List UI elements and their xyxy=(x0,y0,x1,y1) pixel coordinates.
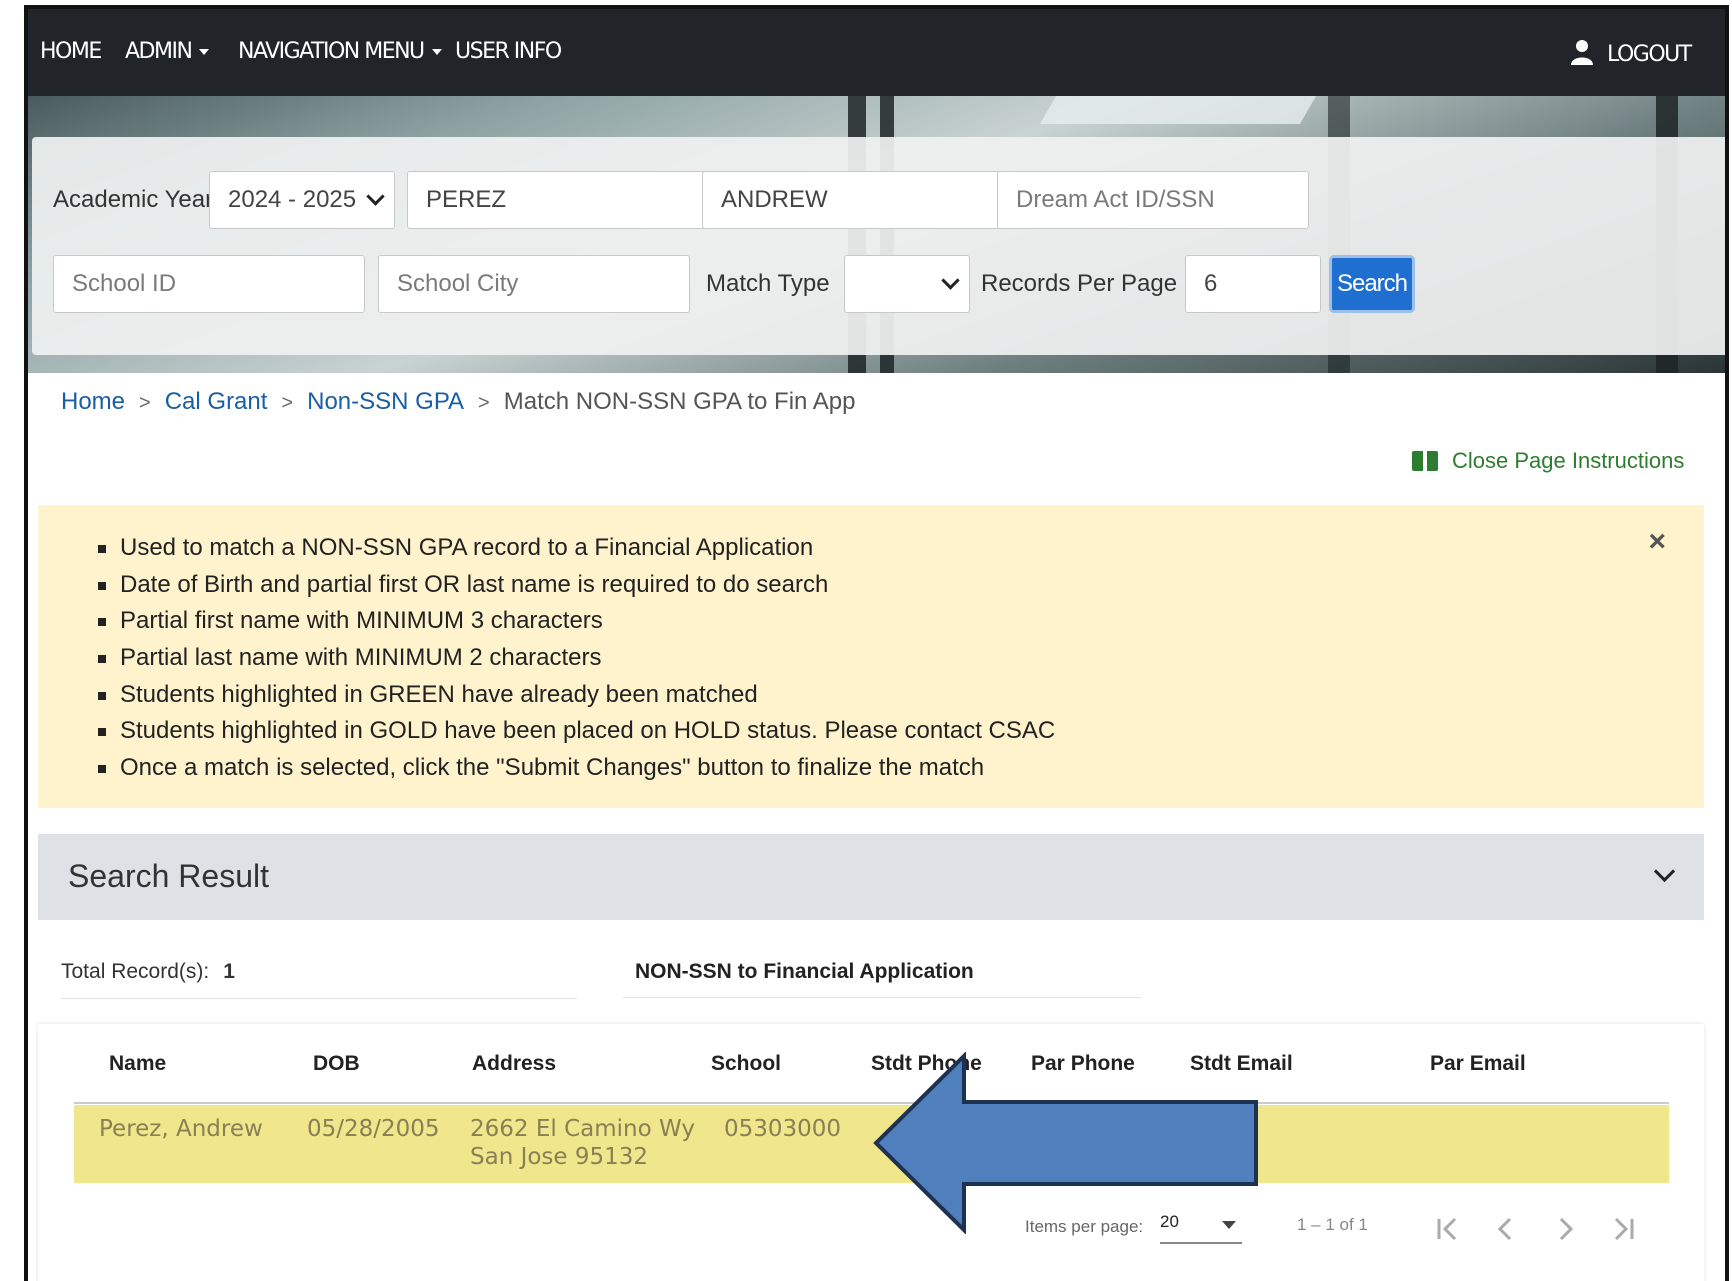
academic-year-select[interactable]: 2024 - 2025 xyxy=(209,171,395,229)
close-instructions-label: Close Page Instructions xyxy=(1452,448,1685,473)
match-type-select[interactable] xyxy=(844,255,970,313)
hero-banner: Academic Year 2024 - 2025 PEREZ ANDREW D… xyxy=(28,96,1725,373)
hero-decor xyxy=(1039,96,1317,124)
total-records: Total Record(s): 1 xyxy=(61,960,577,999)
logout-label: LOGOUT xyxy=(1607,42,1692,67)
search-result-header[interactable]: Search Result xyxy=(38,834,1704,920)
instruction-item: Partial last name with MINIMUM 2 charact… xyxy=(98,640,1055,677)
last-page-icon xyxy=(1614,1217,1634,1241)
breadcrumb-cal-grant[interactable]: Cal Grant xyxy=(165,388,268,415)
instruction-item: Used to match a NON-SSN GPA record to a … xyxy=(98,530,1055,567)
breadcrumb-separator: > xyxy=(139,392,151,414)
chevron-down-icon xyxy=(941,271,960,290)
paginator-range: 1 – 1 of 1 xyxy=(1297,1215,1368,1234)
match-type-label: Match Type xyxy=(706,270,830,297)
chevron-down-icon xyxy=(366,187,385,206)
nav-navigation-menu[interactable]: NAVIGATION MENU xyxy=(238,39,442,64)
chevron-down-icon[interactable] xyxy=(1653,860,1676,883)
column-header-par-email[interactable]: Par Email xyxy=(1430,1052,1526,1076)
column-header-address[interactable]: Address xyxy=(472,1052,556,1076)
search-result-title: Search Result xyxy=(68,858,269,894)
close-icon[interactable]: × xyxy=(1648,525,1666,559)
breadcrumb-home[interactable]: Home xyxy=(61,388,125,415)
first-page-button[interactable] xyxy=(1427,1209,1467,1249)
total-records-value: 1 xyxy=(223,960,235,983)
search-button[interactable]: Search xyxy=(1329,255,1415,313)
nav-admin-label: ADMIN xyxy=(125,39,193,64)
cell-school: 05303000 xyxy=(724,1116,842,1142)
dream-act-id-input[interactable]: Dream Act ID/SSN xyxy=(997,171,1309,229)
caret-down-icon xyxy=(431,49,442,55)
table-title: NON-SSN to Financial Application xyxy=(623,960,1141,998)
user-icon xyxy=(1571,40,1593,65)
first-name-input[interactable]: ANDREW xyxy=(702,171,1014,229)
breadcrumb-separator: > xyxy=(281,392,294,414)
breadcrumb-non-ssn-gpa[interactable]: Non-SSN GPA xyxy=(307,388,464,415)
column-header-dob[interactable]: DOB xyxy=(313,1052,360,1076)
instructions-alert: Used to match a NON-SSN GPA record to a … xyxy=(38,505,1704,808)
previous-page-button[interactable] xyxy=(1486,1209,1526,1249)
instructions-list: Used to match a NON-SSN GPA record to a … xyxy=(98,530,1055,787)
nav-navigation-menu-label: NAVIGATION MENU xyxy=(238,39,425,64)
cell-address-line2: San Jose 95132 xyxy=(470,1144,649,1170)
cell-address: 2662 El Camino Wy San Jose 95132 xyxy=(470,1115,695,1171)
search-panel: Academic Year 2024 - 2025 PEREZ ANDREW D… xyxy=(32,137,1725,355)
column-header-name[interactable]: Name xyxy=(109,1052,166,1076)
instruction-item: Students highlighted in GOLD have been p… xyxy=(98,713,1055,750)
top-navbar: HOME ADMIN NAVIGATION MENU USER INFO LOG… xyxy=(28,9,1725,96)
cell-dob: 05/28/2005 xyxy=(307,1116,440,1142)
first-page-icon xyxy=(1437,1217,1457,1241)
cell-address-line1: 2662 El Camino Wy xyxy=(470,1116,695,1142)
academic-year-label: Academic Year xyxy=(53,186,214,213)
caret-down-icon xyxy=(199,49,210,55)
records-per-page-input[interactable]: 6 xyxy=(1185,255,1321,313)
instruction-item: Date of Birth and partial first OR last … xyxy=(98,567,1055,604)
book-icon xyxy=(1412,451,1438,471)
school-city-input[interactable]: School City xyxy=(378,255,690,313)
column-header-school[interactable]: School xyxy=(711,1052,781,1076)
total-records-label: Total Record(s): xyxy=(61,960,210,983)
logout-link[interactable]: LOGOUT xyxy=(1571,39,1692,67)
chevron-right-icon xyxy=(1559,1217,1574,1241)
instruction-item: Students highlighted in GREEN have alrea… xyxy=(98,677,1055,714)
next-page-button[interactable] xyxy=(1545,1209,1585,1249)
chevron-left-icon xyxy=(1497,1217,1512,1241)
instruction-item: Partial first name with MINIMUM 3 charac… xyxy=(98,603,1055,640)
records-per-page-label: Records Per Page xyxy=(981,270,1178,297)
nav-user-info[interactable]: USER INFO xyxy=(455,39,562,64)
annotation-arrow-left-icon xyxy=(873,1052,1258,1234)
app-frame: HOME ADMIN NAVIGATION MENU USER INFO LOG… xyxy=(24,5,1729,1281)
academic-year-value: 2024 - 2025 xyxy=(228,186,357,213)
instruction-item: Once a match is selected, click the "Sub… xyxy=(98,750,1055,787)
last-page-button[interactable] xyxy=(1604,1209,1644,1249)
close-instructions-link[interactable]: Close Page Instructions xyxy=(1412,448,1684,474)
nav-admin[interactable]: ADMIN xyxy=(125,39,210,64)
breadcrumb-separator: > xyxy=(478,392,490,414)
breadcrumb: Home > Cal Grant > Non-SSN GPA > Match NON-SSN… xyxy=(61,388,855,416)
last-name-input[interactable]: PEREZ xyxy=(407,171,719,229)
breadcrumb-current: Match NON-SSN GPA to Fin App xyxy=(503,388,856,415)
nav-home[interactable]: HOME xyxy=(40,39,102,64)
cell-name: Perez, Andrew xyxy=(99,1116,263,1142)
school-id-input[interactable]: School ID xyxy=(53,255,365,313)
